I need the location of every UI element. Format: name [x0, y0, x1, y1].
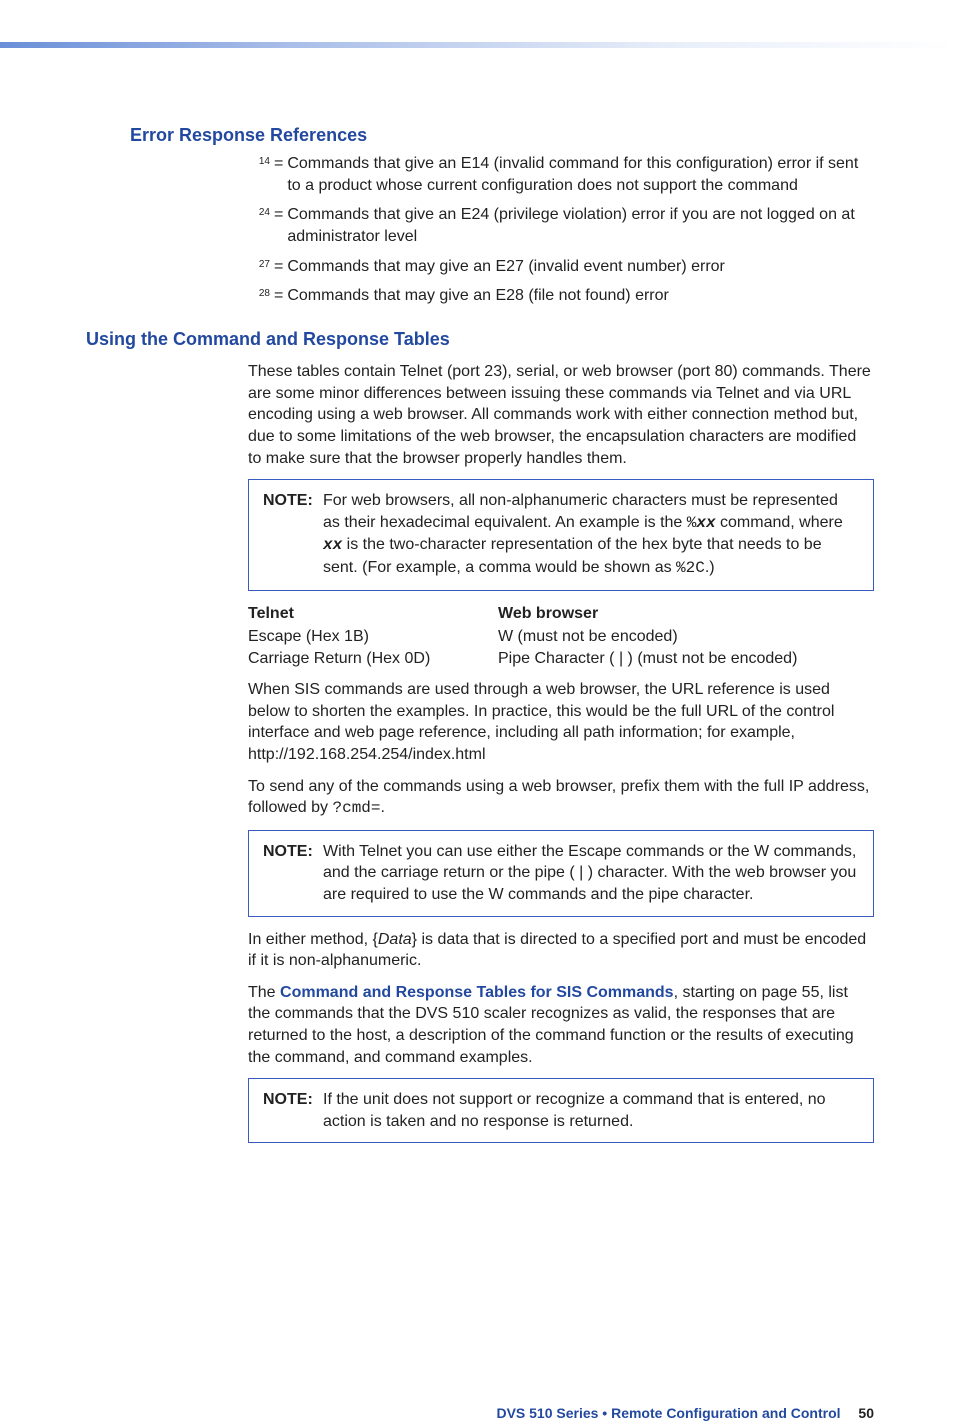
note-text: With Telnet you can use either the Escap… — [323, 841, 859, 906]
telnet-row-escape: Escape (Hex 1B) — [248, 626, 498, 648]
code-xx: xx — [696, 514, 715, 532]
cmd-prefix-paragraph: To send any of the commands using a web … — [248, 776, 874, 820]
note-text: If the unit does not support or recogniz… — [323, 1089, 859, 1132]
footer-page-number: 50 — [858, 1405, 874, 1421]
ref-text: Commands that give an E14 (invalid comma… — [287, 153, 874, 196]
note-label: NOTE: — [263, 1089, 323, 1111]
code-pct2c: %2C — [676, 559, 705, 577]
ref-text: Commands that may give an E27 (invalid e… — [287, 256, 874, 278]
telnet-row-cr: Carriage Return (Hex 0D) — [248, 648, 498, 670]
web-row-w: W (must not be encoded) — [498, 626, 874, 648]
command-response-tables-link[interactable]: Command and Response Tables for SIS Comm… — [280, 984, 674, 1001]
note-label: NOTE: — [263, 490, 323, 512]
web-header: Web browser — [498, 603, 874, 625]
error-refs-block: 14 = Commands that give an E14 (invalid … — [248, 153, 874, 307]
ref-sup: 27 — [248, 256, 274, 272]
code-pct-xx: % — [687, 514, 697, 532]
telnet-header: Telnet — [248, 603, 498, 625]
ref-text: Commands that may give an E28 (file not … — [287, 285, 874, 307]
ref-27: 27 = Commands that may give an E27 (inva… — [248, 256, 874, 278]
ref-eq: = — [274, 256, 287, 278]
ref-text: Commands that give an E24 (privilege vio… — [287, 204, 874, 247]
ref-24: 24 = Commands that give an E24 (privileg… — [248, 204, 874, 247]
ref-eq: = — [274, 285, 287, 307]
data-encoding-paragraph: In either method, {Data} is data that is… — [248, 929, 874, 972]
note-label: NOTE: — [263, 841, 323, 863]
ref-sup: 24 — [248, 204, 274, 220]
ref-28: 28 = Commands that may give an E28 (file… — [248, 285, 874, 307]
code-cmd: ?cmd= — [333, 799, 381, 817]
ref-sup: 14 — [248, 153, 274, 169]
ref-14: 14 = Commands that give an E14 (invalid … — [248, 153, 874, 196]
data-italic: Data — [378, 931, 412, 948]
ref-eq: = — [274, 204, 287, 226]
code-xx2: xx — [323, 536, 342, 554]
note-unsupported-command: NOTE: If the unit does not support or re… — [248, 1078, 874, 1143]
url-reference-paragraph: When SIS commands are used through a web… — [248, 679, 874, 765]
note-telnet-vs-web: NOTE: With Telnet you can use either the… — [248, 830, 874, 917]
note-part-b: command, where — [716, 514, 843, 531]
intro-paragraph: These tables contain Telnet (port 23), s… — [248, 361, 874, 469]
ref-eq: = — [274, 153, 287, 175]
telnet-web-table: Telnet Escape (Hex 1B) Carriage Return (… — [248, 603, 874, 670]
heading-using-command-response-tables: Using the Command and Response Tables — [86, 327, 874, 351]
telnet-column: Telnet Escape (Hex 1B) Carriage Return (… — [248, 603, 498, 670]
p4a: In either method, { — [248, 931, 378, 948]
ref-sup: 28 — [248, 285, 274, 301]
p3b: . — [381, 799, 385, 816]
tables-link-paragraph: The Command and Response Tables for SIS … — [248, 982, 874, 1068]
note-text: For web browsers, all non-alphanumeric c… — [323, 490, 859, 579]
footer-series: DVS 510 Series • Remote Configuration an… — [496, 1405, 840, 1421]
page-footer: DVS 510 Series • Remote Configuration an… — [0, 1195, 954, 1421]
note-part-d: .) — [705, 559, 715, 576]
page-content: Error Response References 14 = Commands … — [0, 48, 954, 1195]
webbrowser-column: Web browser W (must not be encoded) Pipe… — [498, 603, 874, 670]
heading-error-response-references: Error Response References — [130, 123, 874, 147]
note-part-c: is the two-character representation of t… — [323, 536, 822, 576]
note-hex-encoding: NOTE: For web browsers, all non-alphanum… — [248, 479, 874, 590]
p5a: The — [248, 984, 280, 1001]
web-row-pipe: Pipe Character ( | ) (must not be encode… — [498, 648, 874, 670]
